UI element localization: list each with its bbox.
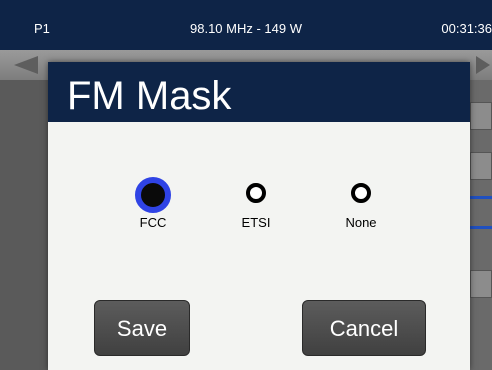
background-tile xyxy=(470,270,492,298)
frequency-power-readout: 98.10 MHz - 149 W xyxy=(190,21,302,36)
nav-left-arrow-icon xyxy=(14,56,38,74)
radio-label-fcc: FCC xyxy=(139,215,167,230)
background-indicator-line xyxy=(470,196,492,199)
status-bar: P1 98.10 MHz - 149 W 00:31:36 xyxy=(0,0,492,50)
radio-unselected-icon[interactable] xyxy=(351,183,371,203)
clock: 00:31:36 xyxy=(441,21,492,36)
background-tile xyxy=(470,102,492,130)
background-tile xyxy=(470,152,492,180)
save-button[interactable]: Save xyxy=(94,300,190,356)
fm-mask-dialog: FM Mask FCC ETSI None Save Cancel xyxy=(48,62,470,370)
nav-right-arrow-icon xyxy=(476,56,490,74)
radio-unselected-icon[interactable] xyxy=(246,183,266,203)
dialog-title: FM Mask xyxy=(48,62,470,122)
cancel-button[interactable]: Cancel xyxy=(302,300,426,356)
background-left-panel xyxy=(0,80,48,370)
background-indicator-line xyxy=(470,226,492,229)
radio-label-none: None xyxy=(345,215,377,230)
radio-label-etsi: ETSI xyxy=(241,215,271,230)
radio-selected-icon[interactable] xyxy=(135,177,171,213)
